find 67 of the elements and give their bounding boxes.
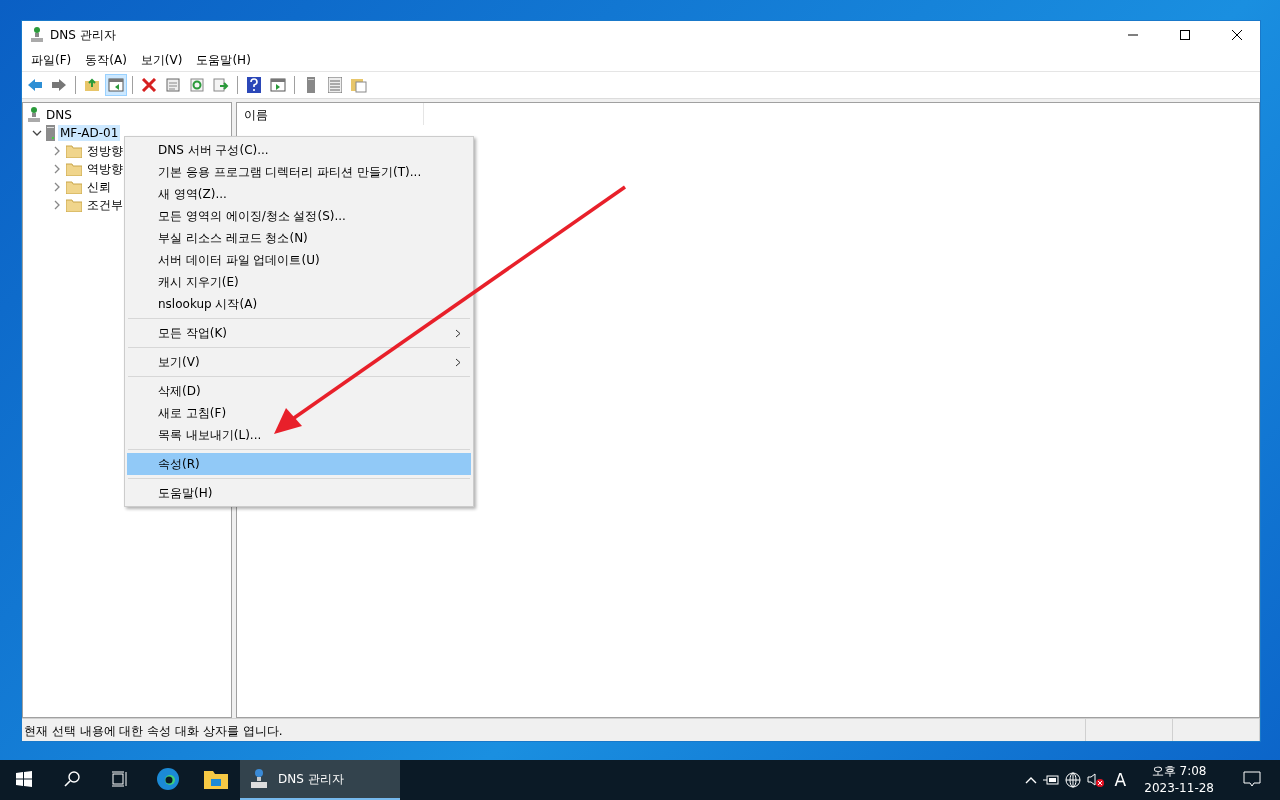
tree-item[interactable]: MF-AD-01	[58, 125, 121, 141]
chevron-right-icon	[455, 357, 461, 367]
help-icon	[247, 77, 261, 93]
context-menu-item[interactable]: 보기(V)	[127, 351, 471, 373]
menu-item[interactable]: 파일(F)	[24, 49, 79, 71]
server-icon	[46, 125, 55, 141]
windows-logo-icon	[16, 771, 32, 787]
folder-up-icon	[84, 78, 100, 92]
folder-icon	[66, 162, 82, 176]
context-menu-item[interactable]: 도움말(H)	[127, 482, 471, 504]
context-menu-item[interactable]: 삭제(D)	[127, 380, 471, 402]
clock[interactable]: 오후 7:08 2023-11-28	[1136, 763, 1222, 797]
tree-item[interactable]: 정방향	[85, 141, 125, 161]
toolbar-button[interactable]	[105, 74, 127, 96]
taskbar-app[interactable]: DNS 관리자	[240, 760, 400, 800]
menu-item[interactable]: 보기(V)	[133, 49, 190, 71]
context-menu-item[interactable]: 서버 데이터 파일 업데이트(U)	[127, 249, 471, 271]
tree-item[interactable]: DNS	[44, 107, 74, 123]
context-menu-item[interactable]: 모든 작업(K)	[127, 322, 471, 344]
folder-document-icon	[351, 77, 367, 93]
task-view-icon	[111, 771, 129, 787]
folder-icon	[66, 198, 82, 212]
battery-icon[interactable]	[1042, 775, 1059, 785]
folder-icon	[66, 180, 82, 194]
context-menu-item[interactable]: DNS 서버 구성(C)...	[127, 139, 471, 161]
network-tree-icon	[250, 769, 268, 789]
window-icon	[270, 78, 286, 92]
search-icon	[63, 770, 81, 788]
menu-item[interactable]: 동작(A)	[78, 49, 134, 71]
server-icon	[307, 77, 315, 93]
context-menu-item[interactable]: 새 영역(Z)...	[127, 183, 471, 205]
tree-item[interactable]: 신뢰	[85, 177, 113, 197]
window-title: DNS 관리자	[50, 26, 117, 44]
close-icon	[1232, 30, 1242, 40]
export-list-icon	[213, 78, 229, 92]
input-indicator[interactable]: A	[1110, 770, 1131, 790]
speech-bubble-icon	[1243, 771, 1261, 787]
context-menu-item[interactable]: 모든 영역의 에이징/청소 설정(S)...	[127, 205, 471, 227]
tree-item[interactable]: 조건부	[85, 195, 125, 215]
status-text: 현재 선택 내용에 대한 속성 대화 상자를 엽니다.	[22, 719, 1086, 741]
pane-icon	[108, 78, 124, 92]
forward-arrow-icon	[51, 78, 67, 92]
network-tree-icon	[30, 27, 44, 43]
context-menu-item[interactable]: nslookup 시작(A)	[127, 293, 471, 315]
context-menu-item[interactable]: 속성(R)	[127, 453, 471, 475]
context-menu-item[interactable]: 부실 리소스 레코드 청소(N)	[127, 227, 471, 249]
chevron-up-icon[interactable]	[1024, 776, 1037, 784]
folder-icon	[204, 769, 228, 789]
tree-item[interactable]: 역방향	[85, 159, 125, 179]
context-menu-item[interactable]: 새로 고침(F)	[127, 402, 471, 424]
delete-x-icon	[141, 78, 157, 92]
back-arrow-icon	[27, 78, 43, 92]
menu-item[interactable]: 도움말(H)	[189, 49, 258, 71]
globe-icon[interactable]	[1064, 772, 1081, 788]
chevron-right-icon	[455, 328, 461, 338]
refresh-icon	[190, 78, 204, 92]
context-menu-item[interactable]: 목록 내보내기(L)...	[127, 424, 471, 446]
column-header[interactable]: 이름	[237, 103, 424, 125]
folder-icon	[66, 144, 82, 158]
network-tree-icon	[27, 107, 41, 123]
maximize-icon	[1180, 30, 1190, 40]
properties-icon	[166, 78, 180, 92]
context-menu-item[interactable]: 기본 응용 프로그램 디렉터리 파티션 만들기(T)...	[127, 161, 471, 183]
list-icon	[328, 77, 342, 93]
browser-icon	[156, 767, 180, 791]
context-menu-item[interactable]: 캐시 지우기(E)	[127, 271, 471, 293]
muted-speaker-icon[interactable]	[1086, 772, 1105, 788]
